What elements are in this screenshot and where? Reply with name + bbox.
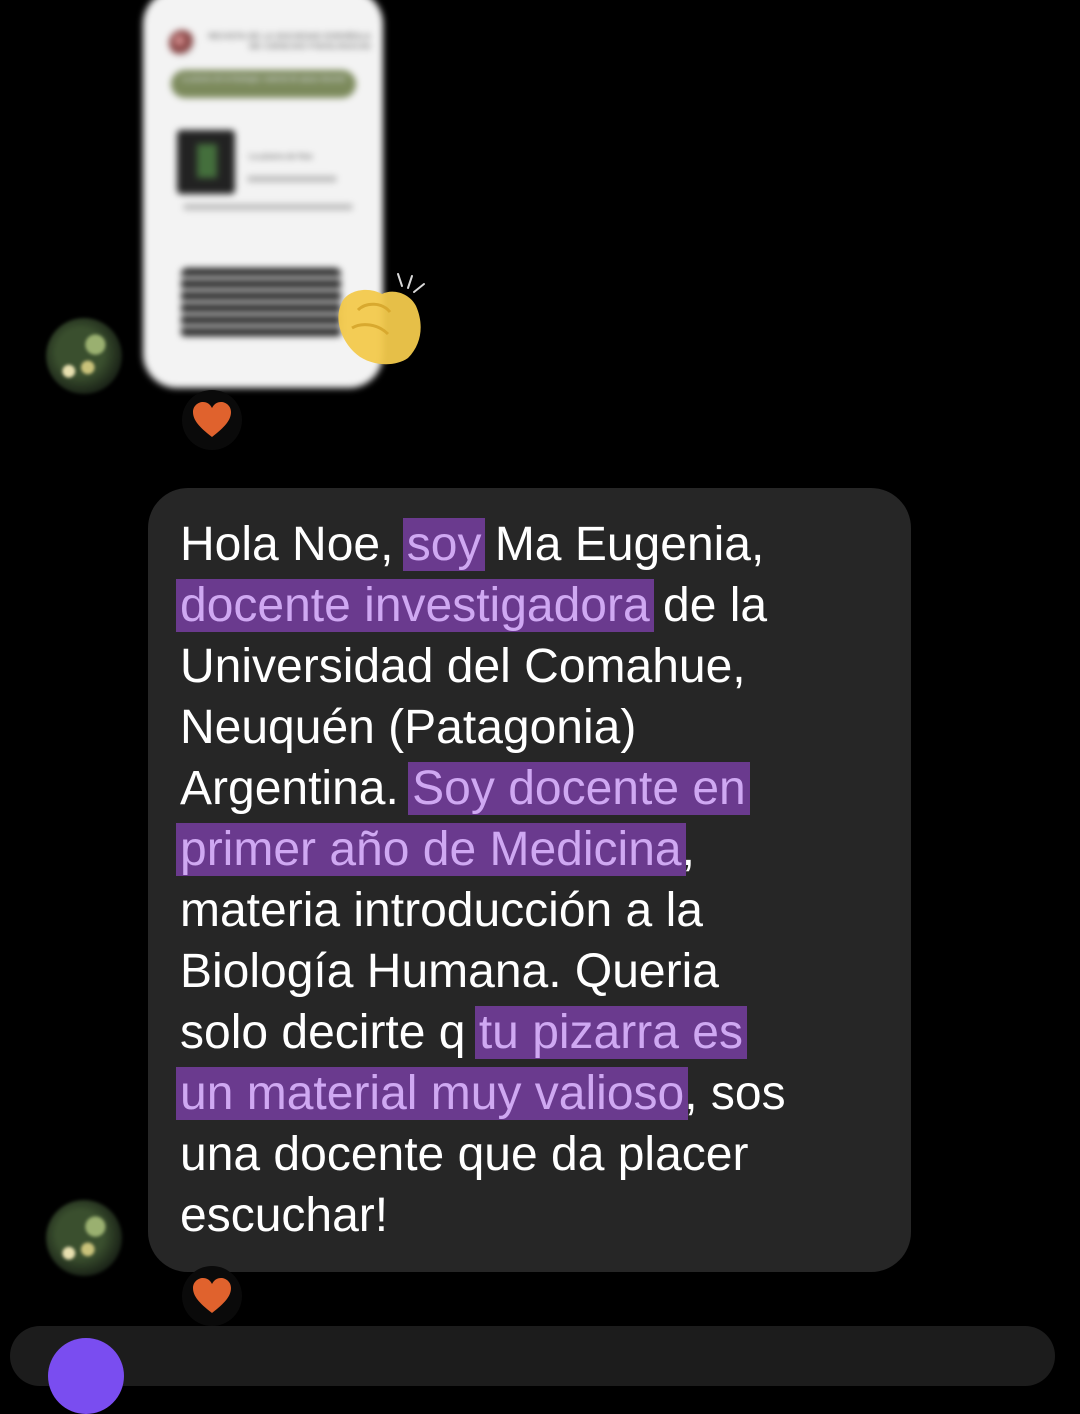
heart-icon: [193, 402, 231, 437]
highlighted-segment: docente investigadora: [176, 579, 654, 632]
shared-post-thumbnail: [177, 130, 235, 194]
highlighted-segment: soy: [402, 518, 486, 571]
sender-avatar[interactable]: [46, 1200, 122, 1276]
shared-post-banner-text: La pizarra de la fisiología: material de…: [181, 76, 346, 83]
shared-post-banner: La pizarra de la fisiología: material de…: [171, 70, 356, 98]
heart-reaction[interactable]: [182, 390, 242, 450]
camera-button[interactable]: [48, 1338, 124, 1414]
clapping-hands-icon[interactable]: [328, 272, 428, 368]
message-composer[interactable]: [10, 1326, 1055, 1386]
message-segment: Hola Noe,: [180, 518, 407, 571]
message-segment: Ma Eugenia,: [494, 518, 765, 571]
message-text: Hola Noe, soy Ma Eugenia, docente invest…: [176, 514, 880, 1246]
society-logo: [169, 30, 195, 56]
sender-avatar[interactable]: [46, 318, 122, 394]
text-line: [183, 204, 353, 210]
shared-post-title: REVISTA DE LA SOCIEDAD ESPAÑOLA DE CIENC…: [208, 32, 371, 51]
shared-post-caption: La pizarra de Noe: [249, 152, 313, 161]
shared-post-header: REVISTA DE LA SOCIEDAD ESPAÑOLA DE CIENC…: [165, 28, 371, 62]
text-line: [247, 176, 337, 182]
heart-reaction[interactable]: [182, 1266, 242, 1326]
heart-icon: [193, 1278, 231, 1313]
shared-post-text-block: [181, 268, 341, 338]
